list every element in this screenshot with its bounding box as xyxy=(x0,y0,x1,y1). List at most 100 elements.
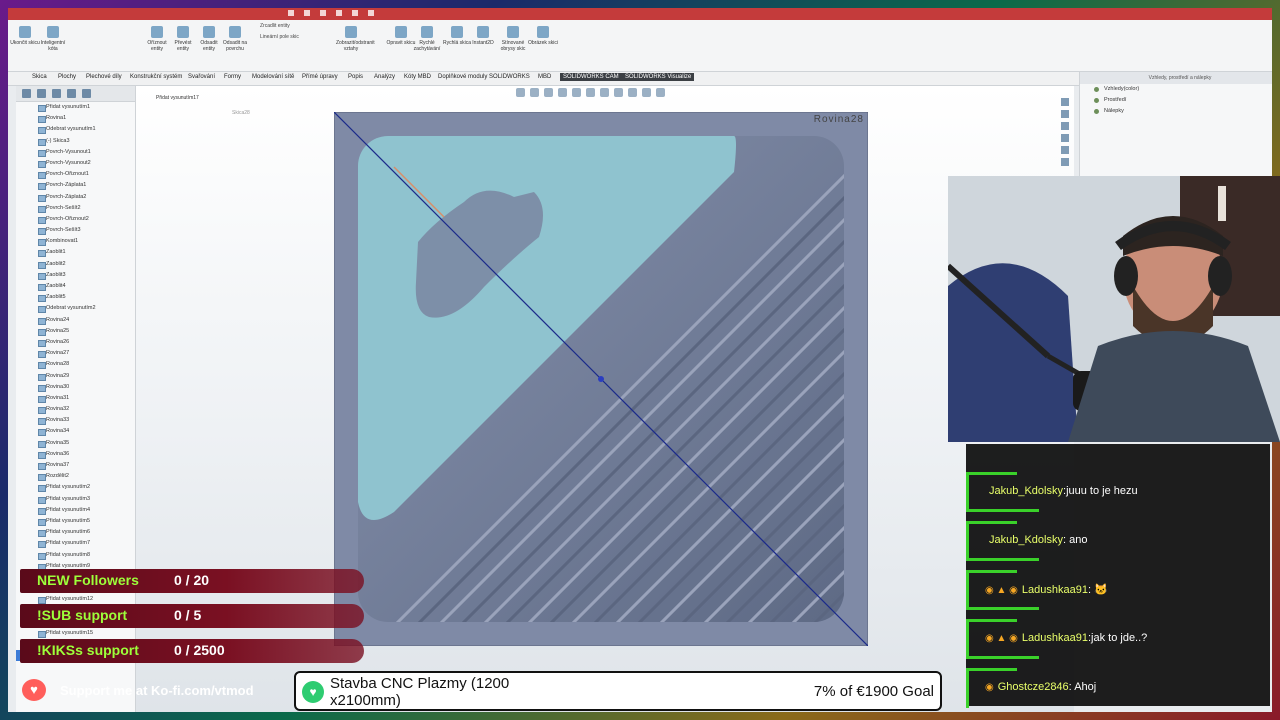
tree-item[interactable]: Přidat vysunutím5 xyxy=(16,516,135,527)
tab-formy[interactable]: Formy xyxy=(224,74,241,80)
tab-mbd[interactable]: MBD xyxy=(538,74,551,80)
chat-user[interactable]: Ghostcze2846 xyxy=(998,681,1069,693)
tree-item[interactable]: Povrch-Sešít2 xyxy=(16,203,135,214)
shaded-contours-button[interactable]: Stínované obrysy skic xyxy=(498,24,528,66)
tab-modelovani-site[interactable]: Modelování sítě xyxy=(252,74,294,80)
decals-folder[interactable]: Nálepky xyxy=(1080,106,1272,117)
quick-snaps-button[interactable]: Rychlé zachytávání xyxy=(412,24,442,66)
tree-item[interactable]: Povrch-Sešít3 xyxy=(16,225,135,236)
tree-item[interactable]: Zaoblit4 xyxy=(16,281,135,292)
tree-item[interactable]: Rovina25 xyxy=(16,326,135,337)
chat-user[interactable]: Ladushkaa91 xyxy=(1022,584,1088,596)
tab-analyzy[interactable]: Analýzy xyxy=(374,74,395,80)
tab-prime-upravy[interactable]: Přímé úpravy xyxy=(302,74,338,80)
display-manager-icon[interactable] xyxy=(82,89,91,98)
tree-item[interactable]: Odebrat vysunutím1 xyxy=(16,124,135,135)
view-settings-icon[interactable] xyxy=(656,88,665,97)
tab-konstrukcni-system[interactable]: Konstrukční systém xyxy=(130,74,182,80)
edit-appearance-icon[interactable] xyxy=(628,88,637,97)
property-manager-icon[interactable] xyxy=(37,89,46,98)
tree-item[interactable]: Rovina27 xyxy=(16,348,135,359)
tree-item[interactable]: Rovina24 xyxy=(16,315,135,326)
tree-item[interactable]: Povrch-Ořiznout1 xyxy=(16,169,135,180)
tree-item[interactable]: (-) Skica3 xyxy=(16,136,135,147)
appearances-folder[interactable]: Vzhledy(color) xyxy=(1080,84,1272,95)
tree-item[interactable]: Přidat vysunutím7 xyxy=(16,538,135,549)
tree-item[interactable]: Povrch-Záplata2 xyxy=(16,192,135,203)
tree-item[interactable]: Zaoblit1 xyxy=(16,247,135,258)
tree-item[interactable]: Povrch-Záplata1 xyxy=(16,180,135,191)
breadcrumb-sketch[interactable]: Skica28 xyxy=(232,110,250,116)
linear-pattern-button[interactable]: Lineární pole skic xyxy=(260,34,299,40)
tree-item[interactable]: Rovina30 xyxy=(16,382,135,393)
display-style-icon[interactable] xyxy=(600,88,609,97)
configuration-manager-icon[interactable] xyxy=(52,89,61,98)
tree-item[interactable]: Rozdělit2 xyxy=(16,471,135,482)
feature-manager-icon[interactable] xyxy=(22,89,31,98)
tree-item[interactable]: Povrch-Ořiznout2 xyxy=(16,214,135,225)
design-library-icon[interactable] xyxy=(1061,110,1069,118)
tree-item[interactable]: Přidat vysunutím3 xyxy=(16,494,135,505)
tab-solidworks-visualize[interactable]: SOLIDWORKS Visualize xyxy=(622,73,695,81)
tab-plechove-dily[interactable]: Plechové díly xyxy=(86,74,122,80)
tab-solidworks-cam[interactable]: SOLIDWORKS CAM xyxy=(560,73,622,81)
tree-item[interactable]: Povrch-Vysunout2 xyxy=(16,158,135,169)
tree-item[interactable]: Rovina36 xyxy=(16,449,135,460)
tree-item[interactable]: Rovina1 xyxy=(16,113,135,124)
tab-koty-mbd[interactable]: Kóty MBD xyxy=(404,74,431,80)
custom-properties-icon[interactable] xyxy=(1061,158,1069,166)
part-model-view[interactable]: Rovina28 xyxy=(333,111,869,647)
tree-item[interactable]: Kombinovat1 xyxy=(16,236,135,247)
tree-item[interactable]: Rovina26 xyxy=(16,337,135,348)
apply-scene-icon[interactable] xyxy=(642,88,651,97)
dimxpert-icon[interactable] xyxy=(67,89,76,98)
view-orientation-icon[interactable] xyxy=(586,88,595,97)
tree-item[interactable]: Odebrat vysunutím2 xyxy=(16,303,135,314)
tree-item[interactable]: Rovina35 xyxy=(16,438,135,449)
instant2d-button[interactable]: Instant2D xyxy=(468,24,498,66)
window-controls[interactable] xyxy=(288,10,374,16)
tab-skica[interactable]: Skica xyxy=(32,74,47,80)
scenes-folder[interactable]: Prostředí xyxy=(1080,95,1272,106)
tab-svarovani[interactable]: Svařování xyxy=(188,74,215,80)
tree-item[interactable]: Rovina28 xyxy=(16,359,135,370)
chat-user[interactable]: Jakub_Kdolsky xyxy=(989,485,1063,497)
tree-item[interactable]: Zaoblit5 xyxy=(16,292,135,303)
view-palette-icon[interactable] xyxy=(1061,134,1069,142)
chat-user[interactable]: Jakub_Kdolsky xyxy=(989,534,1063,546)
tree-item[interactable]: Rovina37 xyxy=(16,460,135,471)
zoom-area-icon[interactable] xyxy=(530,88,539,97)
breadcrumb[interactable]: Přidat vysunutím17 xyxy=(156,95,199,101)
tree-item[interactable]: Přidat vysunutím2 xyxy=(16,482,135,493)
section-view-icon[interactable] xyxy=(558,88,567,97)
tree-item[interactable]: Přidat vysunutím8 xyxy=(16,550,135,561)
file-explorer-icon[interactable] xyxy=(1061,122,1069,130)
tree-item[interactable]: Přidat vysunutím1 xyxy=(16,102,135,113)
tree-item[interactable]: Zaoblit3 xyxy=(16,270,135,281)
offset-on-surface-button[interactable]: Odsadit na povrchu xyxy=(220,24,250,66)
tree-item[interactable]: Přidat vysunutím6 xyxy=(16,527,135,538)
dynamic-annotation-icon[interactable] xyxy=(572,88,581,97)
tree-item[interactable]: Přidat vysunutím4 xyxy=(16,505,135,516)
tree-item[interactable]: Povrch-Vysunout1 xyxy=(16,147,135,158)
resources-icon[interactable] xyxy=(1061,98,1069,106)
tree-item[interactable]: Rovina32 xyxy=(16,404,135,415)
chat-user[interactable]: Ladushkaa91 xyxy=(1022,632,1088,644)
mirror-entities-button[interactable]: Zrcadlit entity xyxy=(260,23,290,29)
appearances-icon[interactable] xyxy=(1061,146,1069,154)
exit-sketch-button[interactable]: Ukončit skicu xyxy=(10,24,40,66)
previous-view-icon[interactable] xyxy=(544,88,553,97)
hide-show-icon[interactable] xyxy=(614,88,623,97)
tab-plochy[interactable]: Plochy xyxy=(58,74,76,80)
tree-item[interactable]: Rovina34 xyxy=(16,426,135,437)
tab-popis[interactable]: Popis xyxy=(348,74,363,80)
zoom-fit-icon[interactable] xyxy=(516,88,525,97)
tree-item[interactable]: Zaoblit2 xyxy=(16,259,135,270)
tree-item[interactable]: Rovina31 xyxy=(16,393,135,404)
display-relations-button[interactable]: Zobrazit/odstranit vztahy xyxy=(336,24,375,66)
tab-doplnkove-moduly[interactable]: Doplňkové moduly SOLIDWORKS xyxy=(438,74,530,80)
smart-dimension-button[interactable]: Inteligentní kóta xyxy=(38,24,68,66)
tree-item[interactable]: Rovina29 xyxy=(16,371,135,382)
sketch-picture-button[interactable]: Obrázek skici xyxy=(528,24,558,66)
tree-item[interactable]: Rovina33 xyxy=(16,415,135,426)
